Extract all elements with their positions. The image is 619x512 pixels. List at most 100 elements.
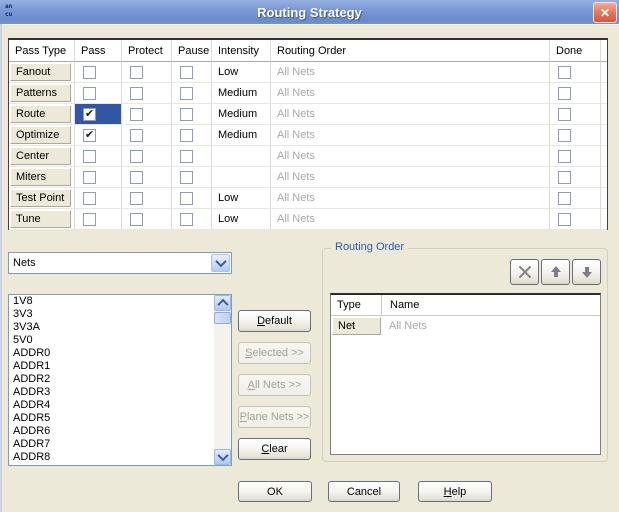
pass-cell[interactable] bbox=[75, 188, 122, 209]
pause-checkbox[interactable] bbox=[180, 128, 193, 142]
net-list-item[interactable]: ADDR7 bbox=[9, 438, 231, 451]
done-cell[interactable] bbox=[550, 209, 601, 230]
pause-checkbox[interactable] bbox=[180, 107, 193, 121]
done-checkbox[interactable] bbox=[558, 128, 571, 142]
done-checkbox[interactable] bbox=[558, 86, 571, 100]
pass-cell[interactable] bbox=[75, 83, 122, 104]
help-button[interactable]: Help bbox=[418, 481, 492, 502]
plane-nets-button[interactable]: Plane Nets >> bbox=[238, 406, 311, 428]
pass-cell[interactable] bbox=[75, 167, 122, 188]
cancel-button[interactable]: Cancel bbox=[328, 481, 400, 502]
done-checkbox[interactable] bbox=[558, 170, 571, 184]
close-button[interactable]: ✕ bbox=[593, 2, 617, 23]
done-cell[interactable] bbox=[550, 104, 601, 125]
pause-cell[interactable] bbox=[172, 146, 212, 167]
scroll-down-button[interactable] bbox=[214, 449, 231, 465]
protect-cell[interactable] bbox=[122, 62, 172, 83]
all-nets-button[interactable]: All Nets >> bbox=[238, 374, 311, 396]
intensity-cell[interactable]: Low bbox=[212, 209, 271, 230]
pause-cell[interactable] bbox=[172, 209, 212, 230]
routing-order-cell[interactable]: All Nets bbox=[271, 167, 550, 188]
done-checkbox[interactable] bbox=[558, 65, 571, 79]
net-list-item[interactable]: 3V3A bbox=[9, 321, 231, 334]
pass-checkbox[interactable]: ✔ bbox=[83, 128, 96, 142]
selected-button[interactable]: Selected >> bbox=[238, 342, 311, 364]
clear-button[interactable]: Clear bbox=[238, 438, 311, 460]
intensity-cell[interactable] bbox=[212, 167, 271, 188]
combobox-dropdown-button[interactable] bbox=[211, 254, 230, 272]
net-list-item[interactable]: ADDR0 bbox=[9, 347, 231, 360]
order-name-cell[interactable]: All Nets bbox=[383, 316, 600, 336]
pause-checkbox[interactable] bbox=[180, 65, 193, 79]
pass-checkbox[interactable] bbox=[83, 149, 96, 163]
pass-type-cell[interactable]: Fanout bbox=[9, 62, 75, 83]
routing-order-cell[interactable]: All Nets bbox=[271, 146, 550, 167]
pass-checkbox[interactable] bbox=[83, 191, 96, 205]
intensity-cell[interactable]: Medium bbox=[212, 104, 271, 125]
protect-cell[interactable] bbox=[122, 209, 172, 230]
protect-checkbox[interactable] bbox=[130, 170, 143, 184]
routing-order-cell[interactable]: All Nets bbox=[271, 209, 550, 230]
protect-checkbox[interactable] bbox=[130, 65, 143, 79]
pause-cell[interactable] bbox=[172, 125, 212, 146]
move-up-button[interactable] bbox=[541, 259, 570, 285]
routing-order-cell[interactable]: All Nets bbox=[271, 125, 550, 146]
done-cell[interactable] bbox=[550, 62, 601, 83]
scroll-up-button[interactable] bbox=[214, 295, 231, 311]
net-list-item[interactable]: ADDR8 bbox=[9, 451, 231, 464]
net-list-item[interactable]: ADDR4 bbox=[9, 399, 231, 412]
order-table-row[interactable]: Net All Nets bbox=[331, 316, 600, 336]
intensity-cell[interactable] bbox=[212, 146, 271, 167]
nets-filter-combobox[interactable]: Nets bbox=[8, 252, 232, 274]
pass-checkbox[interactable] bbox=[83, 212, 96, 226]
done-cell[interactable] bbox=[550, 83, 601, 104]
protect-cell[interactable] bbox=[122, 188, 172, 209]
net-list-item[interactable]: 3V3 bbox=[9, 308, 231, 321]
delete-order-button[interactable] bbox=[510, 259, 539, 285]
protect-cell[interactable] bbox=[122, 146, 172, 167]
protect-cell[interactable] bbox=[122, 104, 172, 125]
pass-type-cell[interactable]: Center bbox=[9, 146, 75, 167]
pass-type-cell[interactable]: Tune bbox=[9, 209, 75, 230]
protect-checkbox[interactable] bbox=[130, 107, 143, 121]
pause-cell[interactable] bbox=[172, 167, 212, 188]
pass-cell[interactable] bbox=[75, 62, 122, 83]
pass-checkbox[interactable] bbox=[83, 86, 96, 100]
done-cell[interactable] bbox=[550, 188, 601, 209]
pass-type-cell[interactable]: Optimize bbox=[9, 125, 75, 146]
listbox-scrollbar[interactable] bbox=[214, 295, 231, 465]
protect-checkbox[interactable] bbox=[130, 128, 143, 142]
done-cell[interactable] bbox=[550, 167, 601, 188]
net-list-item[interactable]: ADDR1 bbox=[9, 360, 231, 373]
pass-checkbox[interactable]: ✔ bbox=[83, 107, 96, 121]
routing-order-cell[interactable]: All Nets bbox=[271, 83, 550, 104]
pause-checkbox[interactable] bbox=[180, 191, 193, 205]
protect-checkbox[interactable] bbox=[130, 149, 143, 163]
pause-cell[interactable] bbox=[172, 104, 212, 125]
default-button[interactable]: Default bbox=[238, 310, 311, 332]
pause-cell[interactable] bbox=[172, 83, 212, 104]
net-list-item[interactable]: 1V8 bbox=[9, 295, 231, 308]
pass-cell[interactable]: ✔ bbox=[75, 104, 122, 125]
net-list-item[interactable]: ADDR3 bbox=[9, 386, 231, 399]
pause-checkbox[interactable] bbox=[180, 149, 193, 163]
routing-order-cell[interactable]: All Nets bbox=[271, 104, 550, 125]
pause-cell[interactable] bbox=[172, 188, 212, 209]
pass-cell[interactable] bbox=[75, 146, 122, 167]
pause-checkbox[interactable] bbox=[180, 86, 193, 100]
pass-checkbox[interactable] bbox=[83, 65, 96, 79]
pass-type-cell[interactable]: Test Point bbox=[9, 188, 75, 209]
pass-type-cell[interactable]: Route bbox=[9, 104, 75, 125]
pass-cell[interactable] bbox=[75, 209, 122, 230]
pass-checkbox[interactable] bbox=[83, 170, 96, 184]
protect-cell[interactable] bbox=[122, 83, 172, 104]
pause-checkbox[interactable] bbox=[180, 212, 193, 226]
routing-order-cell[interactable]: All Nets bbox=[271, 62, 550, 83]
pass-type-cell[interactable]: Miters bbox=[9, 167, 75, 188]
intensity-cell[interactable]: Medium bbox=[212, 83, 271, 104]
protect-cell[interactable] bbox=[122, 125, 172, 146]
done-cell[interactable] bbox=[550, 146, 601, 167]
order-type-cell[interactable]: Net bbox=[332, 317, 381, 335]
pass-type-cell[interactable]: Patterns bbox=[9, 83, 75, 104]
nets-listbox[interactable]: 1V8 3V3 3V3A 5V0 ADDR0 ADDR1 ADDR2 ADDR3 ADDR4 AD… bbox=[8, 294, 232, 466]
